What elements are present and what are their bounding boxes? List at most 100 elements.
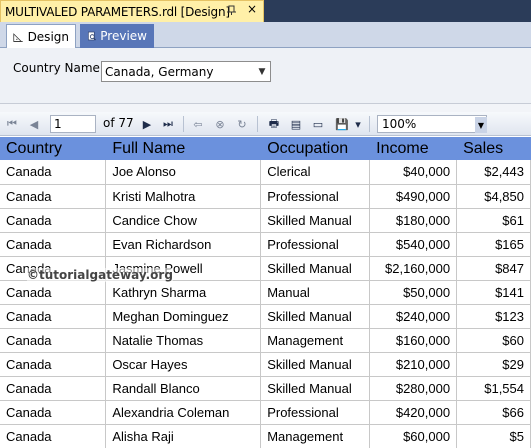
cell-full-name: Natalie Thomas bbox=[105, 328, 262, 353]
close-icon[interactable]: × bbox=[246, 3, 258, 15]
cell-income: $50,000 bbox=[369, 280, 458, 305]
preview-icon bbox=[87, 31, 96, 41]
refresh-icon[interactable]: ↻ bbox=[234, 116, 250, 132]
cell-country: Canada bbox=[0, 184, 107, 209]
cell-sales: $5 bbox=[456, 424, 531, 448]
back-icon[interactable]: ⇦ bbox=[190, 116, 206, 132]
tab-design-label: Design bbox=[27, 29, 69, 44]
table-row: Canada Evan Richardson Professional $540… bbox=[0, 232, 531, 257]
export-dropdown-icon[interactable]: ▾ bbox=[350, 116, 366, 132]
design-icon bbox=[13, 32, 23, 42]
cell-sales: $66 bbox=[456, 400, 531, 425]
cell-income: $2,160,000 bbox=[369, 256, 458, 281]
zoom-select[interactable]: 100% bbox=[377, 115, 487, 133]
cell-full-name: Evan Richardson bbox=[105, 232, 262, 257]
cell-occupation: Skilled Manual bbox=[260, 304, 371, 329]
cell-income: $210,000 bbox=[369, 352, 458, 377]
country-name-select[interactable]: Canada, Germany ▼ bbox=[101, 61, 271, 82]
cell-sales: $4,850 bbox=[456, 184, 531, 209]
country-name-label: Country Name bbox=[13, 61, 100, 75]
chevron-down-icon[interactable]: ▼ bbox=[475, 117, 487, 133]
chevron-down-icon[interactable]: ▼ bbox=[254, 62, 270, 81]
document-tab-bar: MULTIVALED PARAMETERS.rdl [Design] × bbox=[0, 0, 531, 22]
cell-occupation: Professional bbox=[260, 400, 371, 425]
cell-occupation: Management bbox=[260, 424, 371, 448]
document-tab-title: MULTIVALED PARAMETERS.rdl [Design] bbox=[5, 4, 230, 19]
table-row: Canada Kathryn Sharma Manual $50,000 $14… bbox=[0, 280, 531, 305]
cell-income: $180,000 bbox=[369, 208, 458, 233]
cell-occupation: Manual bbox=[260, 280, 371, 305]
cell-full-name: Alisha Raji bbox=[105, 424, 262, 448]
print-layout-icon[interactable]: ▤ bbox=[288, 116, 304, 132]
cell-country: Canada bbox=[0, 424, 107, 448]
tab-preview-label: Preview bbox=[100, 29, 147, 43]
table-row: Canada Alexandria Coleman Professional $… bbox=[0, 400, 531, 425]
cell-country: Canada bbox=[0, 232, 107, 257]
cell-full-name: Kristi Malhotra bbox=[105, 184, 262, 209]
cell-income: $280,000 bbox=[369, 376, 458, 401]
table-row: Canada Alisha Raji Management $60,000 $5 bbox=[0, 424, 531, 448]
report-body: Country Full Name Occupation Income Sale… bbox=[0, 137, 531, 448]
page-count: of 77 bbox=[103, 116, 134, 130]
table-row: Canada Oscar Hayes Skilled Manual $210,0… bbox=[0, 352, 531, 377]
document-tab[interactable]: MULTIVALED PARAMETERS.rdl [Design] bbox=[0, 0, 264, 22]
table-row: Canada Jasmine Powell Skilled Manual $2,… bbox=[0, 256, 531, 281]
cell-sales: $29 bbox=[456, 352, 531, 377]
table-row: Canada Natalie Thomas Management $160,00… bbox=[0, 328, 531, 353]
cell-income: $60,000 bbox=[369, 424, 458, 448]
header-full-name: Full Name bbox=[105, 137, 262, 160]
cell-income: $160,000 bbox=[369, 328, 458, 353]
next-page-icon[interactable]: ▶ bbox=[139, 116, 155, 132]
toolbar-separator bbox=[257, 116, 258, 132]
cell-sales: $141 bbox=[456, 280, 531, 305]
stop-icon[interactable]: ⊗ bbox=[212, 116, 228, 132]
print-icon[interactable]: 🖶 bbox=[266, 116, 282, 132]
cell-occupation: Professional bbox=[260, 232, 371, 257]
cell-full-name: Oscar Hayes bbox=[105, 352, 262, 377]
cell-income: $240,000 bbox=[369, 304, 458, 329]
last-page-icon[interactable]: ⏭ bbox=[160, 116, 176, 132]
page-number-input[interactable]: 1 bbox=[50, 115, 96, 133]
table-row: Canada Joe Alonso Clerical $40,000 $2,44… bbox=[0, 160, 531, 185]
cell-full-name: Randall Blanco bbox=[105, 376, 262, 401]
export-icon[interactable]: 💾 bbox=[334, 116, 350, 132]
cell-full-name: Jasmine Powell bbox=[105, 256, 262, 281]
first-page-icon[interactable]: ⏮ bbox=[4, 116, 20, 132]
cell-sales: $61 bbox=[456, 208, 531, 233]
cell-full-name: Alexandria Coleman bbox=[105, 400, 262, 425]
cell-occupation: Management bbox=[260, 328, 371, 353]
table-row: Canada Candice Chow Skilled Manual $180,… bbox=[0, 208, 531, 233]
report-table: Country Full Name Occupation Income Sale… bbox=[0, 137, 531, 448]
header-sales: Sales bbox=[456, 137, 531, 160]
cell-country: Canada bbox=[0, 328, 107, 353]
cell-full-name: Kathryn Sharma bbox=[105, 280, 262, 305]
pin-icon[interactable] bbox=[226, 4, 238, 16]
cell-income: $420,000 bbox=[369, 400, 458, 425]
cell-occupation: Skilled Manual bbox=[260, 352, 371, 377]
page-setup-icon[interactable]: ▭ bbox=[310, 116, 326, 132]
tab-design[interactable]: Design bbox=[6, 24, 76, 49]
previous-page-icon[interactable]: ◀ bbox=[26, 116, 42, 132]
tab-preview[interactable]: Preview bbox=[80, 24, 154, 48]
cell-sales: $1,554 bbox=[456, 376, 531, 401]
cell-sales: $847 bbox=[456, 256, 531, 281]
cell-sales: $165 bbox=[456, 232, 531, 257]
cell-country: Canada bbox=[0, 280, 107, 305]
cell-country: Canada bbox=[0, 400, 107, 425]
cell-full-name: Joe Alonso bbox=[105, 160, 262, 185]
divider bbox=[0, 104, 531, 112]
cell-full-name: Meghan Dominguez bbox=[105, 304, 262, 329]
table-row: Canada Kristi Malhotra Professional $490… bbox=[0, 184, 531, 209]
country-name-value: Canada, Germany bbox=[105, 64, 214, 79]
table-header-row: Country Full Name Occupation Income Sale… bbox=[0, 137, 531, 160]
cell-income: $490,000 bbox=[369, 184, 458, 209]
cell-sales: $123 bbox=[456, 304, 531, 329]
toolbar-separator bbox=[369, 116, 370, 132]
cell-occupation: Skilled Manual bbox=[260, 376, 371, 401]
cell-income: $540,000 bbox=[369, 232, 458, 257]
cell-sales: $2,443 bbox=[456, 160, 531, 185]
header-country: Country bbox=[0, 137, 107, 160]
cell-country: Canada bbox=[0, 160, 107, 185]
report-toolbar: ⏮ ◀ 1 of 77 ▶ ⏭ ⇦ ⊗ ↻ 🖶 ▤ ▭ 💾 ▾ 100% bbox=[0, 112, 531, 136]
cell-sales: $60 bbox=[456, 328, 531, 353]
